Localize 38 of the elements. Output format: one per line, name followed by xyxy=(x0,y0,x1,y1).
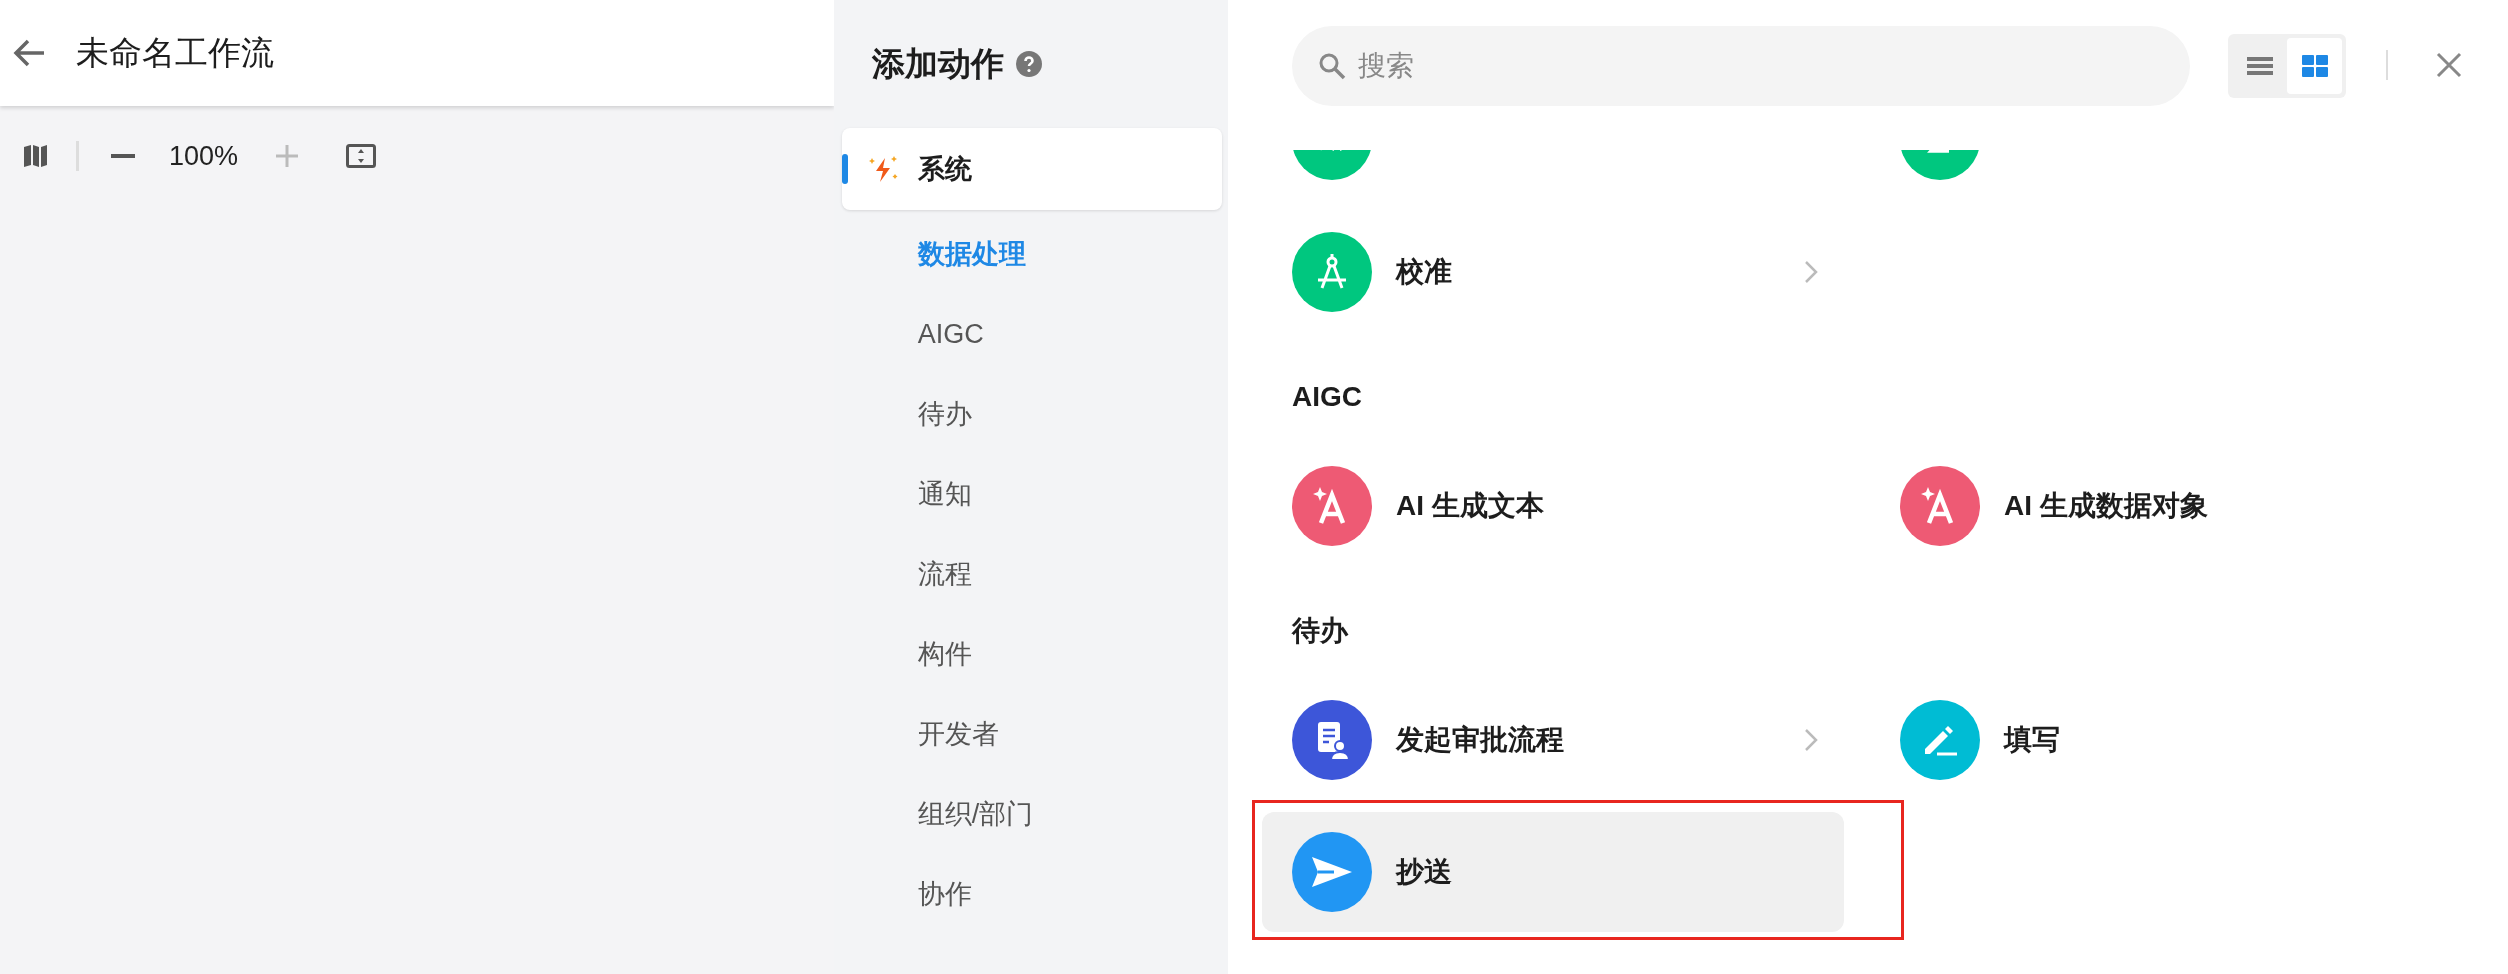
action-label: 发起审批流程 xyxy=(1396,723,1564,757)
search-input[interactable]: 搜索 xyxy=(1358,45,2190,87)
category-item[interactable]: 构件 xyxy=(841,614,1222,694)
panel-title: 添加动作 xyxy=(871,44,1004,85)
chevron-right-icon xyxy=(1804,728,1818,752)
search-icon xyxy=(1318,52,1346,80)
grid-icon xyxy=(2301,55,2328,77)
zoom-out-icon[interactable] xyxy=(111,153,135,159)
help-icon[interactable] xyxy=(1015,51,1042,77)
action-label: 填写 xyxy=(2004,723,2060,757)
grid-view-button[interactable] xyxy=(2287,38,2342,94)
zoom-level: 100% xyxy=(169,139,239,173)
section-title: 待办 xyxy=(1292,614,1348,648)
category-item[interactable]: 系统 xyxy=(841,128,1222,210)
category-item[interactable]: 组织/部门 xyxy=(841,774,1222,854)
category-item[interactable]: 开发者 xyxy=(841,694,1222,774)
category-item[interactable]: 通知 xyxy=(841,454,1222,534)
map-icon[interactable] xyxy=(22,143,48,169)
fit-view-icon[interactable] xyxy=(346,144,377,168)
action-label: 校准 xyxy=(1396,255,1452,289)
category-item[interactable]: 流程 xyxy=(841,534,1222,614)
action-label: AI 生成数据对象 xyxy=(2004,489,2208,523)
section-title: AIGC xyxy=(1292,380,1362,414)
action-label: AI 生成文本 xyxy=(1396,489,1544,523)
list-icon xyxy=(2246,56,2273,76)
action-item[interactable]: 抄送 xyxy=(1262,812,1844,932)
close-icon[interactable] xyxy=(2436,52,2462,78)
category-item[interactable]: 协作 xyxy=(841,854,1222,934)
workflow-title: 未命名工作流 xyxy=(76,33,274,74)
category-item[interactable]: AIGC xyxy=(841,294,1222,374)
sparkle-bolt-icon xyxy=(867,154,898,184)
category-item[interactable]: 待办 xyxy=(841,374,1222,454)
selection-indicator xyxy=(841,154,848,184)
back-arrow-icon[interactable] xyxy=(12,38,46,68)
search-field[interactable]: 搜索 xyxy=(1292,26,2190,106)
chevron-right-icon xyxy=(1804,260,1818,284)
send-icon xyxy=(1310,855,1354,889)
action-label: 抄送 xyxy=(1396,855,1452,889)
